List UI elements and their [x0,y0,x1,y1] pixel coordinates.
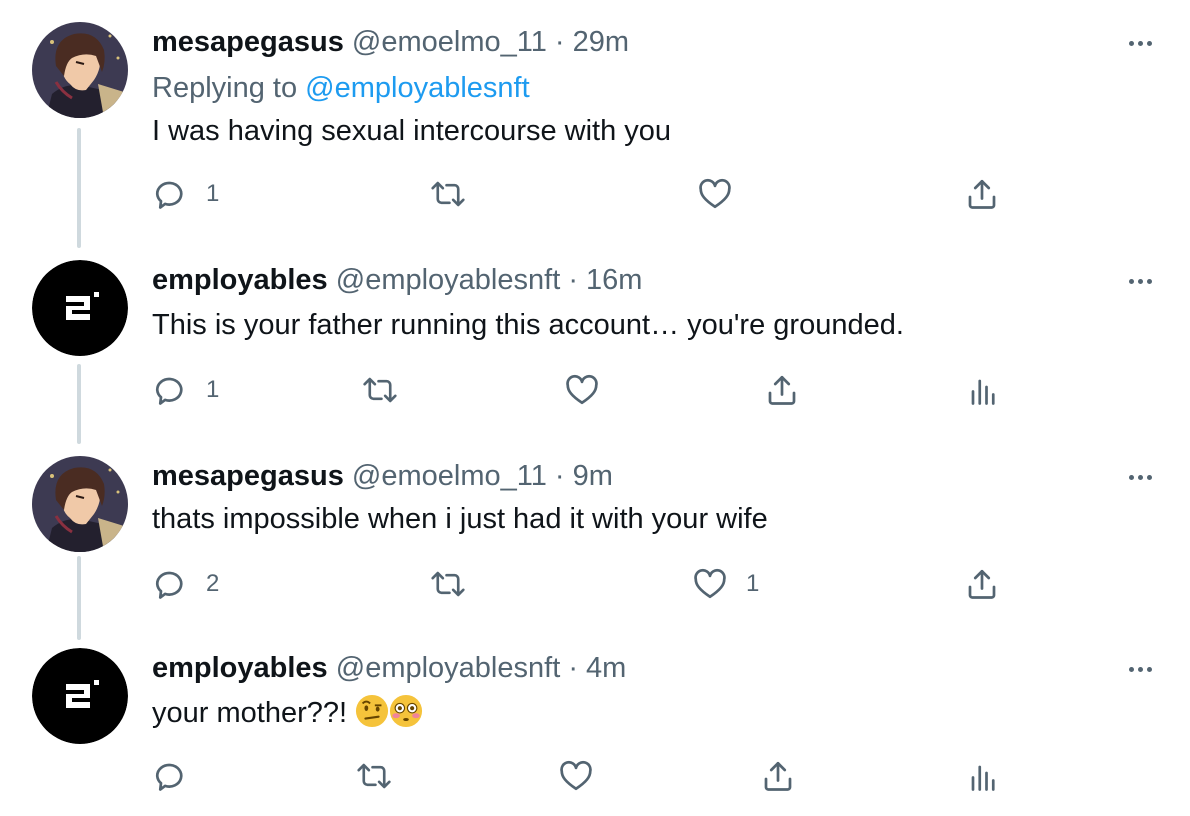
tweet[interactable]: mesapegasus @emoelmo_11 · 29m Replying t… [0,0,1190,250]
like-icon [694,568,726,599]
user-handle[interactable]: @emoelmo_11 [352,460,547,492]
timestamp[interactable]: 9m [573,460,613,492]
flushed-face-icon [390,694,423,728]
employables-logo-icon [32,260,128,356]
display-name[interactable]: mesapegasus [152,26,344,58]
tweet-actions: 1 [0,368,1190,412]
retweet-icon [431,181,465,207]
reply-count: 2 [206,570,220,597]
like-icon [560,760,592,791]
retweet-button[interactable] [429,176,467,212]
more-icon [1128,278,1134,284]
replying-prefix: Replying to [152,72,298,104]
display-name[interactable]: employables [152,652,328,684]
tweet-header: mesapegasus @emoelmo_11 · 9m [152,458,613,494]
tweet[interactable]: employables @employablesnft · 16m This i… [0,250,1190,446]
like-button[interactable] [564,372,618,408]
tweet-header: mesapegasus @emoelmo_11 · 29m [152,24,629,60]
share-icon [768,375,796,405]
reply-icon [155,377,183,405]
avatar[interactable] [32,456,128,552]
separator: · [568,264,578,296]
share-button[interactable] [964,176,1000,212]
reply-button[interactable]: 1 [152,176,219,212]
share-icon [968,179,996,209]
tweet-header: employables @employablesnft · 16m [152,262,642,298]
user-handle[interactable]: @employablesnft [336,652,561,684]
anime-avatar-icon [32,456,128,552]
share-button[interactable] [964,566,1000,602]
share-icon [764,761,792,791]
retweet-button[interactable] [355,758,393,794]
separator: · [554,460,565,492]
tweet-text: I was having sexual intercourse with you [152,115,672,147]
tweet-text-row: your mother??! [152,694,423,732]
display-name[interactable]: mesapegasus [152,460,344,492]
more-icon [1128,474,1134,480]
retweet-button[interactable] [429,566,467,602]
tweet-text: your mother??! [152,697,348,729]
face-with-raised-eyebrow-icon [356,694,389,728]
reply-button[interactable] [152,758,206,794]
timestamp[interactable]: 29m [573,26,629,58]
replying-to: Replying to @employablesnft [152,70,530,106]
retweet-icon [363,377,397,403]
employables-logo-icon [32,648,128,744]
reply-count: 1 [206,180,220,207]
tweet[interactable]: employables @employablesnft · 4m your mo… [0,640,1190,816]
separator: · [554,26,565,58]
reply-icon [155,181,183,209]
analytics-icon [971,765,995,791]
separator: · [568,652,578,684]
tweet-header: employables @employablesnft · 4m [152,650,626,686]
tweet-actions: 2 1 [0,562,1190,606]
more-options-button[interactable] [1120,28,1160,58]
tweet[interactable]: mesapegasus @emoelmo_11 · 9m thats impos… [0,446,1190,640]
avatar[interactable] [32,22,128,118]
like-icon [566,374,598,405]
more-options-button[interactable] [1120,462,1160,492]
reply-button[interactable]: 2 [152,566,219,602]
user-handle[interactable]: @emoelmo_11 [352,26,547,58]
reply-button[interactable]: 1 [152,372,219,408]
like-count: 1 [746,570,760,597]
like-button[interactable]: 1 [692,566,759,602]
timestamp[interactable]: 16m [586,264,642,296]
more-options-button[interactable] [1120,654,1160,684]
more-icon [1128,40,1134,46]
reply-count: 1 [206,376,220,403]
more-icon [1128,666,1134,672]
retweet-button[interactable] [361,372,399,408]
analytics-button[interactable] [964,758,1000,794]
retweet-icon [431,571,465,597]
analytics-button[interactable] [964,372,1000,408]
reply-icon [155,763,183,791]
tweet-actions: 1 [0,172,1190,216]
timestamp[interactable]: 4m [586,652,626,684]
avatar[interactable] [32,648,128,744]
replying-handle-link[interactable]: @employablesnft [305,72,530,104]
share-button[interactable] [764,372,800,408]
tweet-actions [0,754,1190,798]
analytics-icon [971,379,995,405]
display-name[interactable]: employables [152,264,328,296]
like-icon [699,178,731,209]
tweet-text: This is your father running this account… [152,309,904,341]
like-button[interactable] [697,176,751,212]
avatar[interactable] [32,260,128,356]
anime-avatar-icon [32,22,128,118]
reply-icon [155,571,183,599]
user-handle[interactable]: @employablesnft [336,264,561,296]
share-icon [968,569,996,599]
share-button[interactable] [760,758,796,794]
like-button[interactable] [558,758,612,794]
tweet-text: thats impossible when i just had it with… [152,503,768,535]
retweet-icon [357,763,391,789]
more-options-button[interactable] [1120,266,1160,296]
